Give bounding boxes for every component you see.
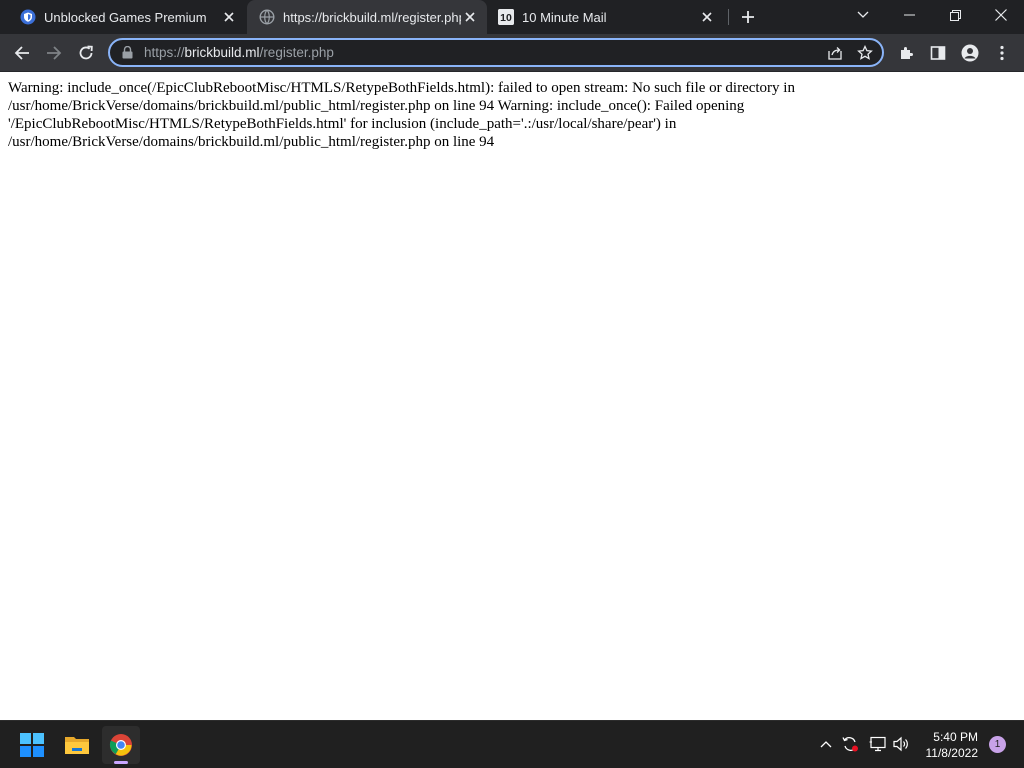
tab-strip: Unblocked Games Premium https://brickbui… <box>0 0 1024 34</box>
tab-separator <box>728 9 729 25</box>
svg-text:10: 10 <box>500 12 512 24</box>
tab-title: 10 Minute Mail <box>522 9 607 25</box>
lock-icon[interactable] <box>120 46 134 60</box>
new-tab-button[interactable] <box>738 7 758 27</box>
restore-button[interactable] <box>932 0 978 30</box>
back-button[interactable] <box>8 39 36 67</box>
tab-10-minute-mail[interactable]: 10 10 Minute Mail <box>488 0 728 34</box>
sync-status-icon[interactable] <box>840 733 860 755</box>
share-icon[interactable] <box>824 42 846 64</box>
address-bar[interactable]: https://brickbuild.ml/register.php <box>108 38 884 67</box>
side-panel-icon <box>930 46 946 60</box>
globe-icon <box>259 9 275 25</box>
tab-title: Unblocked Games Premium <box>44 9 207 25</box>
minimize-icon <box>903 14 915 16</box>
shield-favicon-icon <box>20 9 36 25</box>
browser-menu-button[interactable] <box>988 39 1016 67</box>
puzzle-icon <box>901 47 913 59</box>
page-content: Warning: include_once(/EpicClubRebootMis… <box>0 72 1024 720</box>
plus-icon <box>742 11 754 23</box>
forward-button[interactable] <box>40 39 68 67</box>
url-host: brickbuild.ml <box>184 45 260 60</box>
php-warning-text: Warning: include_once(/EpicClubRebootMis… <box>8 80 795 150</box>
url-scheme: https:// <box>144 45 185 60</box>
windows-taskbar: 5:40 PM 11/8/2022 1 <box>0 720 1024 768</box>
arrow-right-icon <box>47 46 62 60</box>
tab-close-icon[interactable] <box>461 8 479 26</box>
profile-avatar-icon <box>961 44 979 62</box>
extensions-button[interactable] <box>892 39 920 67</box>
tab-unblocked-games[interactable]: Unblocked Games Premium <box>0 0 246 34</box>
chevron-up-icon <box>820 741 832 748</box>
url-text[interactable]: https://brickbuild.ml/register.php <box>144 45 334 60</box>
tenminutemail-favicon-icon: 10 <box>498 9 514 25</box>
close-icon <box>995 9 1007 21</box>
reload-button[interactable] <box>72 39 100 67</box>
kebab-menu-icon <box>1000 45 1004 61</box>
notification-badge[interactable]: 1 <box>989 736 1006 753</box>
tab-close-icon[interactable] <box>698 8 716 26</box>
url-path: /register.php <box>259 45 334 60</box>
arrow-left-icon <box>14 46 29 60</box>
close-window-button[interactable] <box>978 0 1024 30</box>
restore-icon <box>949 9 961 21</box>
tab-close-icon[interactable] <box>220 8 238 26</box>
side-panel-button[interactable] <box>924 39 952 67</box>
clock[interactable]: 5:40 PM 11/8/2022 <box>926 729 979 761</box>
chrome-taskbar-button[interactable] <box>102 726 140 764</box>
volume-icon[interactable] <box>892 733 912 755</box>
tab-search-button[interactable] <box>840 0 886 30</box>
reload-icon <box>79 45 93 60</box>
minimize-button[interactable] <box>886 0 932 30</box>
folder-icon <box>65 737 89 754</box>
clock-date: 11/8/2022 <box>925 746 979 760</box>
bookmark-star-icon[interactable] <box>854 42 876 64</box>
clock-time: 5:40 PM <box>933 730 978 744</box>
active-app-indicator <box>114 761 128 764</box>
start-button[interactable] <box>13 726 51 764</box>
browser-toolbar: https://brickbuild.ml/register.php <box>0 34 1024 72</box>
profile-button[interactable] <box>956 39 984 67</box>
file-explorer-button[interactable] <box>58 726 96 764</box>
chrome-icon <box>109 734 132 756</box>
chevron-down-icon <box>857 11 869 18</box>
windows-logo-icon <box>20 733 44 757</box>
network-icon[interactable] <box>868 733 888 755</box>
tab-title: https://brickbuild.ml/register.php <box>283 9 461 25</box>
tab-brickbuild-register[interactable]: https://brickbuild.ml/register.php <box>247 0 487 34</box>
show-hidden-icons-button[interactable] <box>816 733 836 755</box>
